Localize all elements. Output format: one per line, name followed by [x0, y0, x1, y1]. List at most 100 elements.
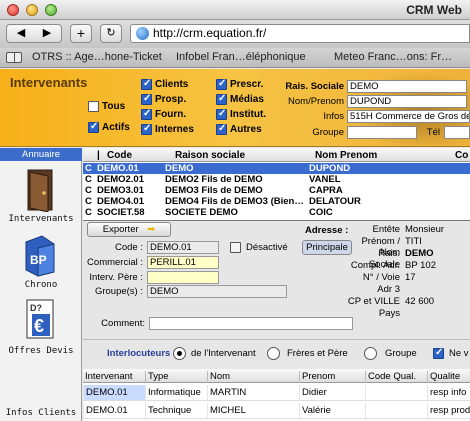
minimize-window-button[interactable] [26, 4, 38, 16]
row-type: C [85, 185, 92, 196]
table-cell: Informatique [145, 385, 207, 400]
address-bar[interactable]: http://crm.equation.fr/ [130, 24, 470, 43]
url-text: http://crm.equation.fr/ [153, 26, 267, 40]
back-icon[interactable]: ◀ [8, 25, 34, 42]
sidebar-item-label: Offres Devis [8, 346, 74, 356]
list-header: | Code Raison sociale Nom Prenom Co [83, 148, 470, 162]
row-code: DEMO3.01 [97, 185, 144, 196]
interv-pere-field[interactable] [147, 271, 219, 284]
intervenants-list: | Code Raison sociale Nom Prenom Co C DEM… [83, 148, 470, 221]
row-nom: COIC [309, 207, 333, 218]
window-title: CRM Web [406, 3, 462, 17]
checkbox-prescr[interactable] [216, 78, 227, 90]
checkbox-fourn[interactable] [141, 108, 152, 120]
column-header-code[interactable]: Code [107, 150, 132, 161]
groupes-field[interactable]: DEMO [147, 285, 287, 298]
interlocuteurs-bar: Interlocuteurs : de l'Intervenant Frères… [83, 339, 470, 366]
radio-groupe[interactable] [364, 347, 377, 360]
address-field-value[interactable]: Monsieur [405, 224, 470, 235]
nom-prenom-input[interactable]: DUPOND [347, 95, 467, 108]
ne-voir-checkbox[interactable] [433, 347, 444, 359]
radio-de-intervenant[interactable] [173, 347, 186, 360]
row-code: SOCIET.58 [97, 207, 145, 218]
table-cell: resp info [427, 385, 470, 400]
checkbox-autres[interactable] [216, 123, 227, 135]
svg-text:BP: BP [30, 253, 47, 267]
address-field-value[interactable]: 17 [405, 272, 470, 283]
address-field-value[interactable]: TITI [405, 236, 470, 247]
bookmark-item[interactable]: Infobel Fran…éléphonique [176, 51, 306, 63]
table-cell: DEMO.01 [83, 385, 145, 400]
table-cell: MICHEL [207, 403, 299, 418]
forward-icon[interactable]: ▶ [34, 25, 60, 42]
rais-sociale-input[interactable]: DEMO [347, 80, 467, 93]
table-cell: MARTIN [207, 385, 299, 400]
code-field[interactable]: DEMO.01 [147, 241, 219, 254]
checkbox-prosp[interactable] [141, 93, 152, 105]
table-row[interactable]: DEMO.01TechniqueMICHELValérie resp produ [83, 402, 470, 419]
checkbox-label: Actifs [102, 122, 130, 133]
list-row[interactable]: C DEMO2.01 DEMO2 Fils de DEMO VANEL [83, 174, 470, 185]
interlocuteurs-label: Interlocuteurs : [107, 348, 177, 359]
infos-input[interactable]: 515H Commerce de Gros de [347, 110, 470, 123]
close-window-button[interactable] [7, 4, 19, 16]
bookmark-item[interactable]: OTRS :: Age…hone-Ticket [32, 51, 162, 63]
checkbox-tous[interactable] [88, 101, 99, 112]
checkbox-medias[interactable] [216, 93, 227, 105]
column-header-co[interactable]: Co [455, 150, 468, 161]
address-field-value[interactable]: DEMO [405, 248, 470, 259]
sidebar: Annuaire Intervenants BP Chrono D? € Off… [0, 148, 82, 421]
groupe-input[interactable] [347, 126, 417, 139]
radio-freres-pere[interactable] [267, 347, 280, 360]
sidebar-header-annuaire[interactable]: Annuaire [0, 148, 82, 161]
exporter-button[interactable]: Exporter ➡ [87, 222, 171, 237]
commercial-field[interactable]: PERILL.01 [147, 256, 219, 269]
address-field-label: Compl. Adr. [350, 260, 400, 271]
commercial-label: Commercial : [87, 257, 143, 268]
checkbox-clients[interactable] [141, 78, 152, 90]
column-header-code-qual[interactable]: Code Qual. [365, 371, 427, 383]
comment-field[interactable] [149, 317, 353, 330]
bp-icon: BP [25, 235, 55, 277]
checkbox-institut[interactable] [216, 108, 227, 120]
sidebar-item-label: Chrono [24, 280, 58, 290]
column-header-raison[interactable]: Raison sociale [175, 150, 245, 161]
address-field-value[interactable]: 42 600 [405, 296, 470, 307]
reload-icon[interactable]: ↻ [100, 24, 122, 43]
row-nom: CAPRA [309, 185, 343, 196]
tel-input[interactable] [444, 126, 470, 139]
back-forward-buttons: ◀ ▶ [6, 24, 62, 43]
table-cell: DEMO.01 [83, 403, 145, 418]
checkbox-label: Autres [230, 124, 262, 135]
table-row[interactable]: DEMO.01 Informatique MARTIN Didier resp info [83, 384, 470, 401]
checkbox-internes[interactable] [141, 123, 152, 135]
sidebar-item-label: Infos Clients [5, 408, 77, 418]
globe-icon [136, 27, 149, 40]
address-field-label: Pays [378, 308, 400, 319]
bookmarks-book-icon[interactable] [6, 52, 22, 63]
zoom-window-button[interactable] [45, 4, 57, 16]
radio-label: Frères et Père [287, 348, 348, 359]
column-header-prenom[interactable]: Prenom [299, 371, 365, 383]
module-title: Intervenants [10, 75, 88, 90]
column-header-intervenant[interactable]: Intervenant [83, 371, 145, 383]
add-bookmark-button[interactable]: + [70, 24, 92, 43]
desactive-checkbox[interactable] [230, 242, 241, 253]
checkbox-label: Prosp. [155, 94, 187, 105]
column-header[interactable]: | [97, 150, 100, 161]
column-header-qualite[interactable]: Qualite [427, 371, 470, 383]
groupe-label: Groupe [312, 127, 344, 138]
column-header-type[interactable]: Type [145, 371, 207, 383]
table-header: Intervenant Type Nom Prenom Code Qual. Q… [83, 369, 470, 383]
column-header-nom[interactable]: Nom [207, 371, 299, 383]
list-row[interactable]: C DEMO3.01 DEMO3 Fils de DEMO CAPRA [83, 185, 470, 196]
checkbox-actifs[interactable] [88, 121, 99, 133]
list-row[interactable]: C DEMO4.01 DEMO4 Fils de DEMO3 (Bien… DELAT… [83, 196, 470, 207]
list-row[interactable]: C DEMO.01 DEMO DUPOND [83, 163, 470, 174]
column-header-nom[interactable]: Nom Prenom [315, 150, 377, 161]
bookmark-item[interactable]: Meteo Franc…ons: Fr… [334, 51, 452, 63]
svg-text:D?: D? [30, 303, 42, 313]
address-field-value[interactable]: BP 102 [405, 260, 470, 271]
exporter-label: Exporter [102, 224, 139, 235]
list-row[interactable]: C SOCIET.58 SOCIETE DEMO COIC [83, 207, 470, 218]
